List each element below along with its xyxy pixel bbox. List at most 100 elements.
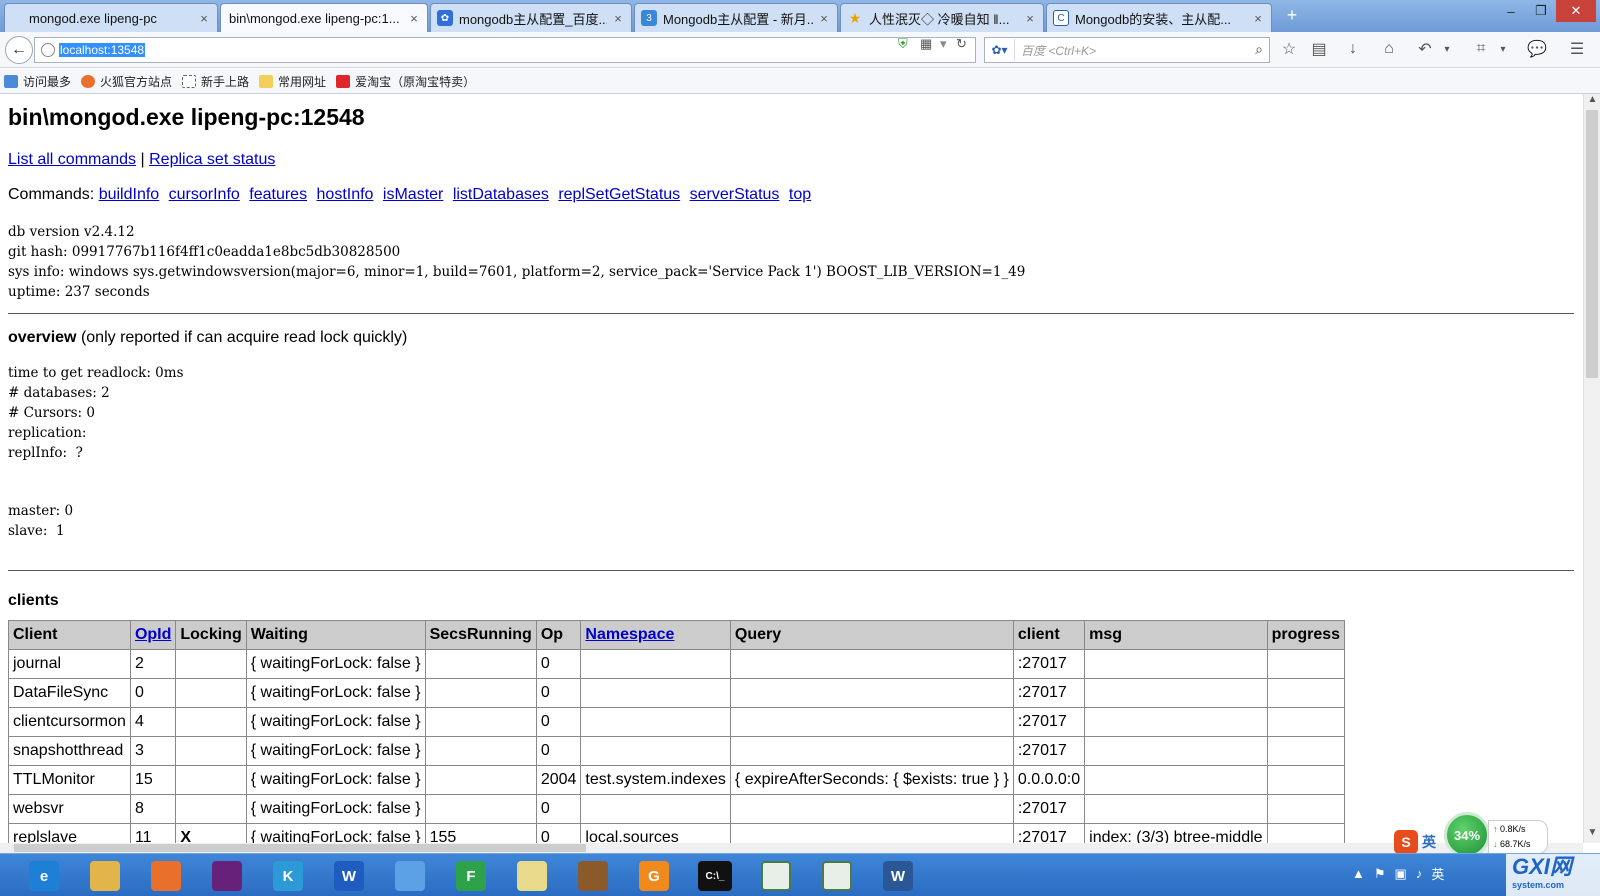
home-icon[interactable]: ⌂ xyxy=(1378,38,1400,60)
taskbar-app-button[interactable] xyxy=(77,857,133,895)
taskbar-app-button[interactable]: W xyxy=(870,857,926,895)
taskbar-app-button[interactable] xyxy=(565,857,621,895)
scrollbar-thumb[interactable] xyxy=(14,844,586,852)
table-cell: X xyxy=(175,823,247,843)
table-cell: 155 xyxy=(424,823,537,843)
search-bar[interactable]: ✿▾ 百度 <Ctrl+K> ⌕ xyxy=(984,37,1270,63)
taskbar-app-button[interactable]: G xyxy=(626,857,682,895)
bookmark-getting-started[interactable]: 新手上路 xyxy=(182,73,249,90)
taskbar-app-button[interactable] xyxy=(138,857,194,895)
table-cell: { waitingForLock: false } xyxy=(245,765,426,795)
table-cell: 15 xyxy=(129,765,177,795)
taskbar-app-button[interactable] xyxy=(748,857,804,895)
volume-icon[interactable]: ♪ xyxy=(1416,866,1423,881)
taobao-icon xyxy=(336,74,351,88)
tab-mongod-status[interactable]: bin\mongod.exe lipeng-pc:1... × xyxy=(220,3,428,32)
reload-icon[interactable]: ↻ xyxy=(956,36,967,52)
horizontal-scrollbar[interactable] xyxy=(0,843,1583,853)
baidu-engine-icon[interactable]: ✿▾ xyxy=(985,39,1015,61)
command-link-serverstatus[interactable]: serverStatus xyxy=(690,186,780,203)
table-cell xyxy=(424,765,537,795)
bookmark-common-sites[interactable]: 常用网址 xyxy=(259,73,326,90)
search-input[interactable]: 百度 <Ctrl+K> xyxy=(1021,42,1096,59)
bookmarks-menu-icon[interactable]: ▤ xyxy=(1308,38,1330,60)
chat-icon[interactable]: 💬 xyxy=(1526,38,1548,60)
minimize-button[interactable]: – xyxy=(1496,0,1526,22)
vertical-scrollbar[interactable]: ▲ ▼ xyxy=(1583,94,1600,843)
tab-blog-post[interactable]: 3 Mongodb主从配置 - 新月... × xyxy=(634,3,838,32)
navigation-toolbar: ← localhost:13548 ⛨ ▦ ▾ ↻ ✿▾ 百度 <Ctrl+K>… xyxy=(0,32,1600,68)
scroll-down-icon[interactable]: ▼ xyxy=(1584,827,1600,843)
qr-code-icon[interactable]: ▦ xyxy=(920,36,932,52)
taskbar-app-button[interactable]: e xyxy=(16,857,72,895)
new-tab-button[interactable]: + xyxy=(1282,5,1302,26)
bookmark-star-icon[interactable]: ☆ xyxy=(1278,38,1300,60)
bookmark-label: 常用网址 xyxy=(278,74,327,89)
tab-mongodb-install[interactable]: C Mongodb的安装、主从配... × xyxy=(1046,3,1272,32)
network-speed-ball[interactable]: 34% xyxy=(1444,812,1490,858)
command-link-ismaster[interactable]: isMaster xyxy=(383,186,443,203)
flag-icon[interactable]: ⚑ xyxy=(1374,866,1386,882)
dropdown-icon[interactable]: ▾ xyxy=(940,36,947,52)
command-link-hostinfo[interactable]: hostInfo xyxy=(317,186,374,203)
bookmark-taobao[interactable]: 爱淘宝（原淘宝特卖） xyxy=(336,73,475,90)
visual-studio-icon xyxy=(212,861,242,891)
sort-opid-link[interactable]: OpId xyxy=(135,626,171,643)
crop-icon[interactable]: ⌗ xyxy=(1470,38,1492,60)
taskbar-app-button[interactable] xyxy=(809,857,865,895)
site-watermark: GXI网 system.com xyxy=(1506,854,1600,896)
taskbar-app-button[interactable] xyxy=(382,857,438,895)
taskbar-app-button[interactable]: W xyxy=(321,857,377,895)
command-link-listdatabases[interactable]: listDatabases xyxy=(453,186,549,203)
search-icon[interactable]: ⌕ xyxy=(1255,41,1263,58)
page-content: bin\mongod.exe lipeng-pc:12548 List all … xyxy=(0,94,1583,843)
command-link-replsetgetstatus[interactable]: replSetGetStatus xyxy=(558,186,680,203)
close-window-button[interactable]: ✕ xyxy=(1556,0,1596,22)
taskbar-app-button[interactable]: C:\_ xyxy=(687,857,743,895)
scroll-up-icon[interactable]: ▲ xyxy=(1584,94,1600,110)
tab-close-icon[interactable]: × xyxy=(407,11,421,26)
back-button[interactable]: ← xyxy=(5,36,33,64)
tab-close-icon[interactable]: × xyxy=(611,11,625,26)
command-link-features[interactable]: features xyxy=(249,186,307,203)
scrollbar-thumb[interactable] xyxy=(1586,110,1598,378)
shield-icon[interactable]: ⛨ xyxy=(898,36,908,52)
download-icon[interactable]: ↓ xyxy=(1342,38,1364,60)
taskbar-app-button[interactable]: K xyxy=(260,857,316,895)
bookmark-most-visited[interactable]: 访问最多 xyxy=(4,73,71,90)
command-link-top[interactable]: top xyxy=(789,186,811,203)
tray-expand-icon[interactable]: ▲ xyxy=(1352,866,1365,881)
tab-close-icon[interactable]: × xyxy=(197,11,211,26)
chevron-down-icon[interactable]: ▾ xyxy=(1492,38,1514,60)
restore-button[interactable]: ❐ xyxy=(1526,0,1556,22)
menu-icon[interactable]: ☰ xyxy=(1566,38,1588,60)
tab-close-icon[interactable]: × xyxy=(1251,11,1265,26)
tray-language[interactable]: 英 xyxy=(1431,864,1444,883)
url-text[interactable]: localhost:13548 xyxy=(59,43,146,57)
tab-mongod[interactable]: mongod.exe lipeng-pc × xyxy=(4,3,218,32)
table-cell xyxy=(424,707,537,737)
replica-set-status-link[interactable]: Replica set status xyxy=(149,151,275,168)
command-prompt-icon: C:\_ xyxy=(698,861,732,891)
table-cell: { waitingForLock: false } xyxy=(245,649,426,679)
taskbar-app-button[interactable] xyxy=(199,857,255,895)
command-link-buildinfo[interactable]: buildInfo xyxy=(99,186,160,203)
tab-personal-blog[interactable]: ★ 人性泯灭◇ 冷暖自知 ‖... × xyxy=(840,3,1044,32)
bookmark-firefox-site[interactable]: 火狐官方站点 xyxy=(81,73,172,90)
sort-namespace-link[interactable]: Namespace xyxy=(585,626,674,643)
input-method-indicator[interactable]: S 英 xyxy=(1394,830,1436,854)
tab-close-icon[interactable]: × xyxy=(1023,11,1037,26)
chevron-down-icon[interactable]: ▾ xyxy=(1436,38,1458,60)
list-all-commands-link[interactable]: List all commands xyxy=(8,151,136,168)
taskbar-app-button[interactable] xyxy=(504,857,560,895)
network-speed-panel: ↑ 0.8K/s ↓ 68.7K/s xyxy=(1488,820,1548,854)
taskbar-app-button[interactable]: F xyxy=(443,857,499,895)
command-link-cursorinfo[interactable]: cursorInfo xyxy=(169,186,240,203)
tab-close-icon[interactable]: × xyxy=(817,11,831,26)
table-cell: 0 xyxy=(535,736,582,766)
tab-baidu-search[interactable]: ✿ mongodb主从配置_百度... × xyxy=(430,3,632,32)
address-bar[interactable]: localhost:13548 xyxy=(34,37,976,63)
undo-icon[interactable]: ↶ xyxy=(1414,38,1436,60)
table-cell xyxy=(175,765,247,795)
network-icon[interactable]: ▣ xyxy=(1395,866,1407,882)
